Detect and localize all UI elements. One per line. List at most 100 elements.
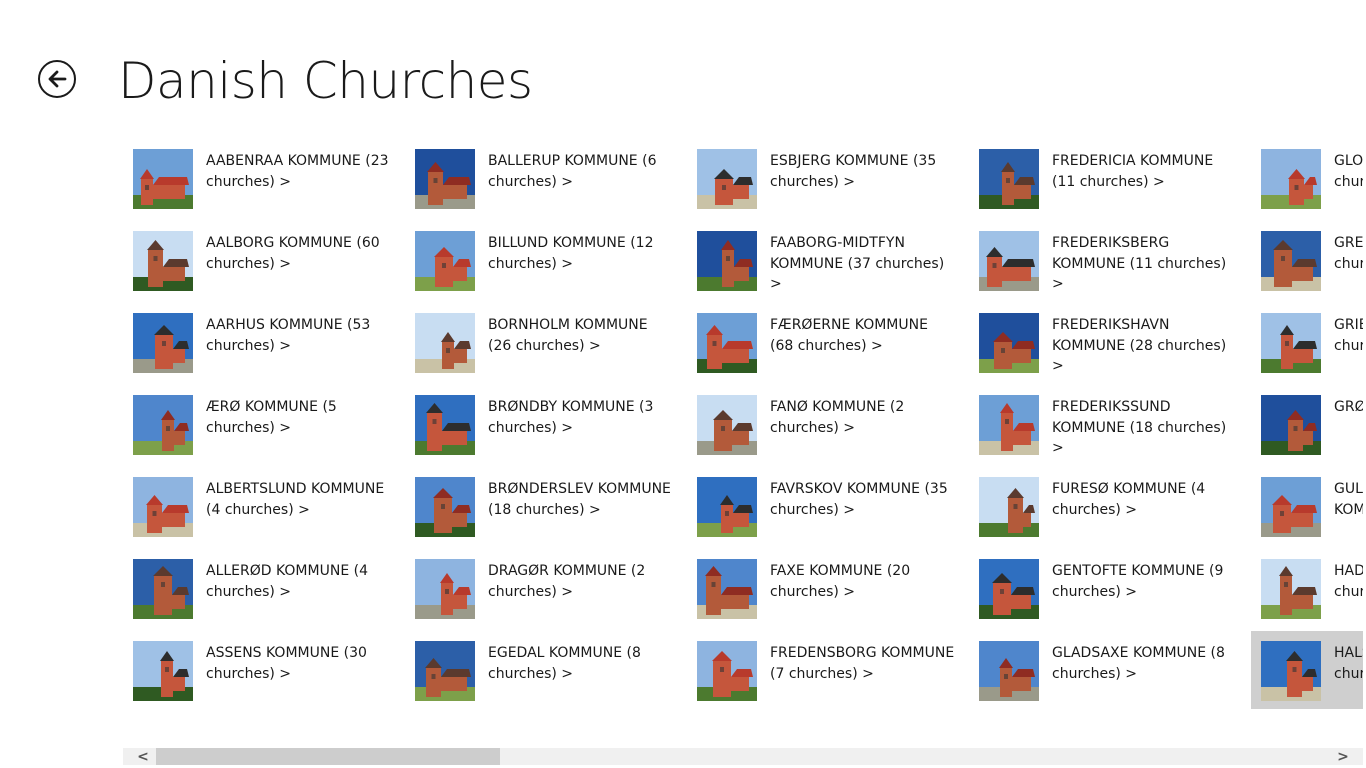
kommune-tile[interactable]: BRØNDERSLEV KOMMUNE (18 churches) >: [405, 467, 673, 545]
kommune-label: FREDENSBORG KOMMUNE (7 churches) >: [770, 645, 955, 682]
kommune-tile[interactable]: FAABORG-MIDTFYN KOMMUNE (37 churches) >: [687, 221, 955, 299]
church-thumbnail: [415, 477, 475, 537]
kommune-tile[interactable]: FURESØ KOMMUNE (4 churches) >: [969, 467, 1237, 545]
kommune-tile[interactable]: GRØ: [1251, 385, 1363, 463]
kommune-tile[interactable]: AALBORG KOMMUNE (60 churches) >: [123, 221, 391, 299]
kommune-label: BORNHOLM KOMMUNE (26 churches) >: [488, 317, 648, 354]
church-thumbnail: [1261, 149, 1321, 209]
church-thumbnail: [979, 477, 1039, 537]
kommune-tile[interactable]: ALLERØD KOMMUNE (4 churches) >: [123, 549, 391, 627]
kommune-tile[interactable]: AARHUS KOMMUNE (53 churches) >: [123, 303, 391, 381]
kommune-label: BILLUND KOMMUNE (12 churches) >: [488, 235, 654, 272]
kommune-tile[interactable]: GENTOFTE KOMMUNE (9 churches) >: [969, 549, 1237, 627]
kommune-label: ÆRØ KOMMUNE (5 churches) >: [206, 399, 337, 436]
church-thumbnail: [133, 313, 193, 373]
kommune-label: FREDERIKSBERG KOMMUNE (11 churches) >: [1052, 235, 1227, 292]
kommune-tile[interactable]: GULIKOM: [1251, 467, 1363, 545]
church-thumbnail: [979, 313, 1039, 373]
kommune-grid: AABENRAA KOMMUNE (23 churches) > AALBORG…: [0, 0, 1363, 745]
kommune-label: GLO chur: [1334, 151, 1363, 217]
church-thumbnail: [133, 149, 193, 209]
church-thumbnail: [1261, 395, 1321, 455]
kommune-tile[interactable]: FREDERIKSSUND KOMMUNE (18 churches) >: [969, 385, 1237, 463]
kommune-label: FÆRØERNE KOMMUNE (68 churches) >: [770, 317, 928, 354]
kommune-tile[interactable]: FAXE KOMMUNE (20 churches) >: [687, 549, 955, 627]
church-thumbnail: [697, 149, 757, 209]
kommune-tile[interactable]: BRØNDBY KOMMUNE (3 churches) >: [405, 385, 673, 463]
kommune-tile[interactable]: FREDENSBORG KOMMUNE (7 churches) >: [687, 631, 955, 709]
kommune-label: FAABORG-MIDTFYN KOMMUNE (37 churches) >: [770, 235, 945, 292]
church-thumbnail: [979, 641, 1039, 701]
kommune-tile[interactable]: BILLUND KOMMUNE (12 churches) >: [405, 221, 673, 299]
church-thumbnail: [697, 395, 757, 455]
kommune-label-line2: chur: [1334, 255, 1363, 272]
church-thumbnail: [697, 231, 757, 291]
kommune-label: HAD chur: [1334, 561, 1363, 627]
kommune-label-line2: chur: [1334, 337, 1363, 354]
church-thumbnail: [979, 149, 1039, 209]
kommune-label-line2: KOM: [1334, 501, 1363, 518]
church-thumbnail: [133, 559, 193, 619]
church-thumbnail: [133, 395, 193, 455]
kommune-label: HALSchur: [1334, 643, 1363, 709]
church-thumbnail: [697, 641, 757, 701]
kommune-label: FREDERIKSSUND KOMMUNE (18 churches) >: [1052, 399, 1227, 456]
kommune-label: GENTOFTE KOMMUNE (9 churches) >: [1052, 563, 1224, 600]
kommune-tile[interactable]: FREDERIKSHAVN KOMMUNE (28 churches) >: [969, 303, 1237, 381]
church-thumbnail: [1261, 231, 1321, 291]
church-thumbnail: [415, 313, 475, 373]
kommune-tile[interactable]: GREVchur: [1251, 221, 1363, 299]
kommune-tile[interactable]: AABENRAA KOMMUNE (23 churches) >: [123, 139, 391, 217]
kommune-tile[interactable]: FÆRØERNE KOMMUNE (68 churches) >: [687, 303, 955, 381]
kommune-tile[interactable]: GRIBchur: [1251, 303, 1363, 381]
church-thumbnail: [1261, 313, 1321, 373]
kommune-tile[interactable]: HALSchur: [1251, 631, 1363, 709]
kommune-label: AALBORG KOMMUNE (60 churches) >: [206, 235, 380, 272]
kommune-label: AARHUS KOMMUNE (53 churches) >: [206, 317, 371, 354]
kommune-tile[interactable]: BALLERUP KOMMUNE (6 churches) >: [405, 139, 673, 217]
church-thumbnail: [979, 231, 1039, 291]
kommune-label: GULIKOM: [1334, 479, 1363, 545]
kommune-label: FURESØ KOMMUNE (4 churches) >: [1052, 481, 1206, 518]
church-thumbnail: [415, 559, 475, 619]
scroll-left-arrow[interactable]: <: [131, 748, 155, 765]
kommune-tile[interactable]: ALBERTSLUND KOMMUNE (4 churches) >: [123, 467, 391, 545]
kommune-tile[interactable]: GLO chur: [1251, 139, 1363, 217]
kommune-tile[interactable]: ÆRØ KOMMUNE (5 churches) >: [123, 385, 391, 463]
church-thumbnail: [979, 559, 1039, 619]
kommune-label: BALLERUP KOMMUNE (6 churches) >: [488, 153, 657, 190]
kommune-label: FANØ KOMMUNE (2 churches) >: [770, 399, 905, 436]
scrollbar-thumb[interactable]: [156, 748, 500, 765]
kommune-tile[interactable]: DRAGØR KOMMUNE (2 churches) >: [405, 549, 673, 627]
church-thumbnail: [133, 477, 193, 537]
church-thumbnail: [697, 313, 757, 373]
kommune-label: ASSENS KOMMUNE (30 churches) >: [206, 645, 367, 682]
kommune-tile[interactable]: ASSENS KOMMUNE (30 churches) >: [123, 631, 391, 709]
church-thumbnail: [133, 231, 193, 291]
kommune-tile[interactable]: FREDERICIA KOMMUNE (11 churches) >: [969, 139, 1237, 217]
kommune-tile[interactable]: HAD chur: [1251, 549, 1363, 627]
kommune-label: AABENRAA KOMMUNE (23 churches) >: [206, 153, 389, 190]
kommune-tile[interactable]: GLADSAXE KOMMUNE (8 churches) >: [969, 631, 1237, 709]
kommune-label: ALLERØD KOMMUNE (4 churches) >: [206, 563, 368, 600]
kommune-tile[interactable]: FANØ KOMMUNE (2 churches) >: [687, 385, 955, 463]
kommune-label: FAXE KOMMUNE (20 churches) >: [770, 563, 911, 600]
church-thumbnail: [415, 149, 475, 209]
kommune-label-line2: chur: [1334, 665, 1363, 682]
kommune-tile[interactable]: BORNHOLM KOMMUNE (26 churches) >: [405, 303, 673, 381]
kommune-label-line2: chur: [1334, 173, 1363, 190]
kommune-tile[interactable]: FREDERIKSBERG KOMMUNE (11 churches) >: [969, 221, 1237, 299]
kommune-label: BRØNDBY KOMMUNE (3 churches) >: [488, 399, 654, 436]
church-thumbnail: [133, 641, 193, 701]
church-thumbnail: [415, 231, 475, 291]
kommune-tile[interactable]: ESBJERG KOMMUNE (35 churches) >: [687, 139, 955, 217]
church-thumbnail: [415, 641, 475, 701]
scroll-right-arrow[interactable]: >: [1331, 748, 1355, 765]
horizontal-scrollbar[interactable]: < >: [123, 748, 1363, 765]
kommune-label: GRIBchur: [1334, 315, 1363, 381]
kommune-label: FREDERICIA KOMMUNE (11 churches) >: [1052, 153, 1214, 190]
church-thumbnail: [415, 395, 475, 455]
church-thumbnail: [1261, 641, 1321, 701]
kommune-tile[interactable]: EGEDAL KOMMUNE (8 churches) >: [405, 631, 673, 709]
kommune-tile[interactable]: FAVRSKOV KOMMUNE (35 churches) >: [687, 467, 955, 545]
